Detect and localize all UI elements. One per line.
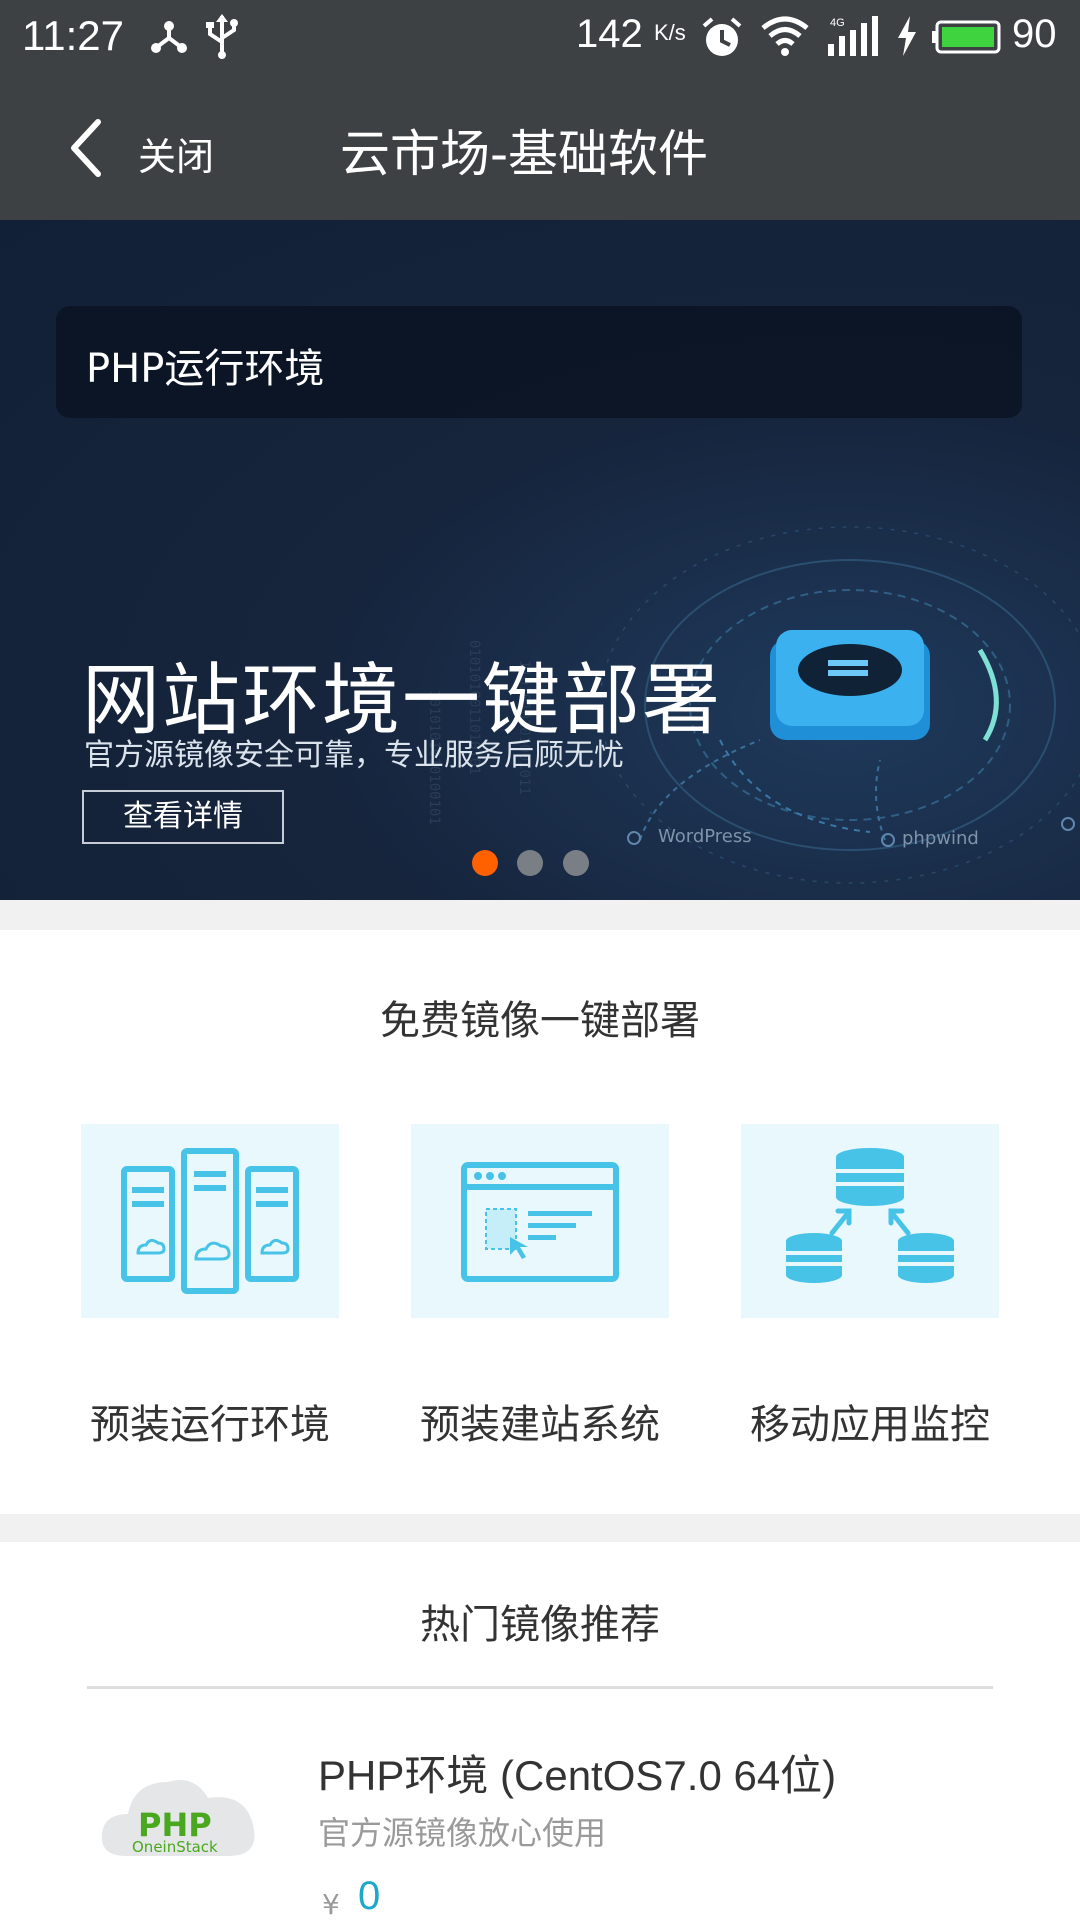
status-bar: 11:27 142 K/s 4G 90 bbox=[0, 0, 1080, 74]
promo-banner[interactable]: 1010101010100101 0101010011010101 110101… bbox=[0, 220, 1080, 900]
svg-text:4G: 4G bbox=[830, 17, 845, 29]
phpwind-logo-label: phpwind bbox=[902, 828, 979, 849]
view-details-button[interactable]: 查看详情 bbox=[82, 790, 284, 844]
database-sync-icon bbox=[786, 1148, 954, 1283]
php-oneinstack-logo: PHP OneinStack bbox=[101, 1780, 255, 1856]
notice-text: PHP运行环境 bbox=[86, 346, 325, 392]
feature-label: 预装运行环境 bbox=[90, 1402, 330, 1448]
feature-label: 移动应用监控 bbox=[750, 1402, 990, 1448]
divider bbox=[87, 1686, 993, 1689]
feature-mobile-monitoring[interactable]: 移动应用监控 bbox=[741, 1124, 999, 1454]
page-title: 云市场-基础软件 bbox=[340, 125, 709, 183]
feature-label: 预装建站系统 bbox=[420, 1402, 660, 1448]
battery-level: 90 bbox=[1012, 12, 1057, 56]
battery-icon bbox=[932, 20, 1001, 54]
close-button[interactable]: 关闭 bbox=[54, 110, 254, 186]
notice-box: PHP运行环境 bbox=[56, 306, 1022, 418]
feature-tile bbox=[741, 1124, 999, 1318]
feature-tile bbox=[411, 1124, 669, 1318]
free-images-section: 免费镜像一键部署 预装运行环境 预装建站系统 移动应用监控 bbox=[0, 930, 1080, 1514]
network-share-icon bbox=[151, 21, 187, 53]
product-name: PHP环境 (CentOS7.0 64位) bbox=[318, 1752, 837, 1799]
carousel-dot-active[interactable] bbox=[472, 850, 498, 876]
product-item[interactable]: PHP OneinStack PHP环境 (CentOS7.0 64位) 官方源… bbox=[0, 1742, 1080, 1921]
wordpress-logo-label: WordPress bbox=[658, 826, 752, 847]
product-price: 0 bbox=[358, 1874, 381, 1918]
browser-window-icon bbox=[461, 1162, 619, 1282]
charging-icon bbox=[898, 16, 916, 56]
svg-text:OneinStack: OneinStack bbox=[132, 1838, 218, 1856]
server-cloud-icon bbox=[121, 1148, 299, 1294]
carousel-dot[interactable] bbox=[517, 850, 543, 876]
wifi-icon bbox=[761, 16, 809, 56]
close-label: 关闭 bbox=[138, 135, 215, 179]
feature-tile bbox=[81, 1124, 339, 1318]
banner-subhead: 官方源镜像安全可靠，专业服务后顾无忧 bbox=[84, 738, 624, 773]
back-arrow-icon bbox=[71, 119, 101, 177]
nav-bar: 关闭 云市场-基础软件 bbox=[0, 74, 1080, 220]
price-currency: ¥ bbox=[322, 1888, 340, 1921]
network-speed-unit: K/s bbox=[654, 20, 686, 45]
alarm-icon bbox=[702, 17, 742, 56]
section-gap bbox=[0, 900, 1080, 930]
feature-preinstalled-runtime[interactable]: 预装运行环境 bbox=[81, 1124, 339, 1454]
network-speed: 142 bbox=[576, 12, 643, 56]
signal-4g-icon: 4G bbox=[828, 16, 878, 56]
usb-icon bbox=[206, 14, 238, 59]
carousel-dot[interactable] bbox=[563, 850, 589, 876]
feature-preinstalled-site[interactable]: 预装建站系统 bbox=[411, 1124, 669, 1454]
product-description: 官方源镜像放心使用 bbox=[318, 1814, 607, 1852]
status-time: 11:27 bbox=[22, 12, 124, 59]
hot-images-section: 热门镜像推荐 PHP OneinStack PHP环境 (CentOS7.0 6… bbox=[0, 1542, 1080, 1921]
section-title: 免费镜像一键部署 bbox=[380, 998, 700, 1044]
section-title: 热门镜像推荐 bbox=[420, 1602, 660, 1648]
section-gap bbox=[0, 1514, 1080, 1542]
